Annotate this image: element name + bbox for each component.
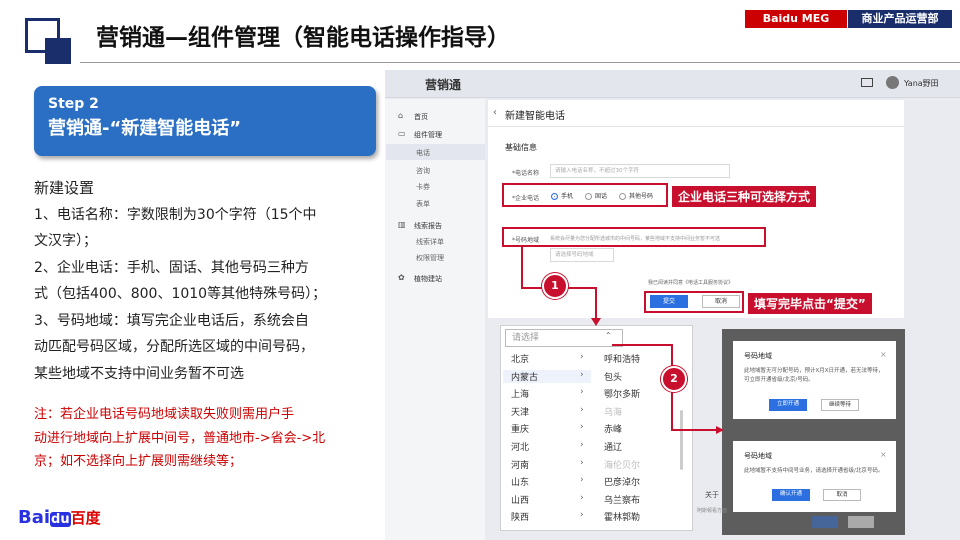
step-marker-1: 1	[542, 273, 568, 299]
connector-arrows	[521, 247, 724, 434]
step-marker-2: 2	[661, 366, 687, 392]
